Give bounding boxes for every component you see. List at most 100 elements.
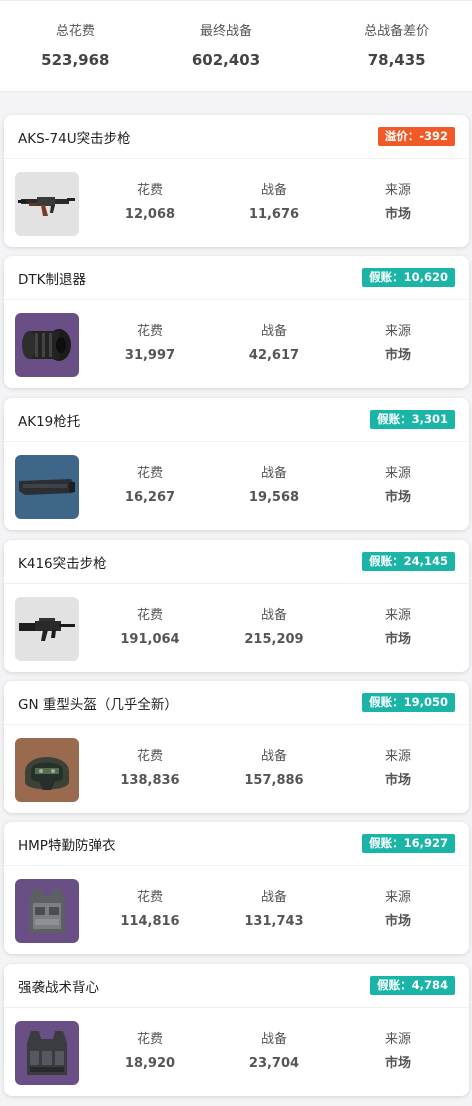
- cost-label: 花费: [136, 466, 163, 481]
- gear-stat: 战备 215,209: [229, 608, 319, 648]
- gear-label: 战备: [260, 749, 287, 764]
- item-card-header: DTK制退器 假账：10,620: [4, 256, 469, 300]
- cost-label: 花费: [136, 1032, 163, 1047]
- gear-stat: 战备 11,676: [229, 183, 319, 223]
- cost-label: 花费: [136, 890, 163, 905]
- gear-label: 战备: [260, 1032, 287, 1047]
- price-badge: 假账：3,301: [370, 410, 455, 429]
- cost-stat: 花费 31,997: [105, 324, 195, 364]
- source-label: 来源: [384, 608, 411, 623]
- rifle-k416-icon: [15, 597, 79, 661]
- item-name: AKS-74U突击步枪: [18, 130, 131, 147]
- gun-stock-icon: [15, 455, 79, 519]
- cost-value: 138,836: [120, 773, 180, 788]
- source-stat: 来源 市场: [353, 890, 443, 930]
- summary-final-gear-value: 602,403: [191, 51, 261, 69]
- summary-final-gear-label: 最终战备: [200, 24, 253, 39]
- item-card-header: GN 重型头盔（几乎全新） 假账：19,050: [4, 681, 469, 725]
- rifle-aks74u-icon: [15, 172, 79, 236]
- price-badge: 溢价：-392: [377, 127, 455, 146]
- item-card-header: K416突击步枪 假账：24,145: [4, 540, 469, 584]
- summary-total-cost-label: 总花费: [55, 24, 95, 39]
- gear-value: 11,676: [248, 207, 300, 222]
- item-card[interactable]: GN 重型头盔（几乎全新） 假账：19,050 花费 138,836 战备 15…: [4, 681, 469, 813]
- gear-stat: 战备 23,704: [229, 1032, 319, 1072]
- gear-value: 42,617: [248, 348, 300, 363]
- cost-value: 114,816: [120, 914, 180, 929]
- cost-stat: 花费 191,064: [105, 608, 195, 648]
- source-stat: 来源 市场: [353, 608, 443, 648]
- body-armor-icon: [15, 879, 79, 943]
- item-name: K416突击步枪: [18, 555, 107, 572]
- gear-stat: 战备 131,743: [229, 890, 319, 930]
- summary-gear-diff: 总战备差价 78,435: [301, 1, 472, 91]
- item-card[interactable]: K416突击步枪 假账：24,145 花费 191,064 战备 215,209…: [4, 540, 469, 672]
- gear-value: 215,209: [244, 632, 304, 647]
- price-badge: 假账：10,620: [362, 268, 455, 287]
- item-name: 强袭战术背心: [18, 979, 99, 996]
- gear-label: 战备: [260, 608, 287, 623]
- summary-gear-diff-value: 78,435: [367, 51, 426, 69]
- cost-value: 16,267: [124, 490, 176, 505]
- cost-stat: 花费 138,836: [105, 749, 195, 789]
- source-value: 市场: [384, 207, 411, 222]
- source-stat: 来源 市场: [353, 466, 443, 506]
- gear-stat: 战备 42,617: [229, 324, 319, 364]
- summary-gear-diff-label: 总战备差价: [364, 24, 430, 39]
- gear-label: 战备: [260, 183, 287, 198]
- item-card[interactable]: AK19枪托 假账：3,301 花费 16,267 战备 19,568 来源 市…: [4, 398, 469, 530]
- price-badge: 假账：4,784: [370, 976, 455, 995]
- source-label: 来源: [384, 749, 411, 764]
- item-card-header: AK19枪托 假账：3,301: [4, 398, 469, 442]
- source-label: 来源: [384, 1032, 411, 1047]
- gear-label: 战备: [260, 466, 287, 481]
- item-card-header: 强袭战术背心 假账：4,784: [4, 964, 469, 1008]
- cost-stat: 花费 12,068: [105, 183, 195, 223]
- source-label: 来源: [384, 890, 411, 905]
- source-value: 市场: [384, 773, 411, 788]
- gear-label: 战备: [260, 890, 287, 905]
- source-stat: 来源 市场: [353, 324, 443, 364]
- gear-stat: 战备 157,886: [229, 749, 319, 789]
- cost-value: 12,068: [124, 207, 176, 222]
- gear-value: 131,743: [244, 914, 304, 929]
- summary-total-cost: 总花费 523,968: [0, 1, 151, 91]
- price-badge: 假账：24,145: [362, 552, 455, 571]
- cost-label: 花费: [136, 608, 163, 623]
- cost-value: 18,920: [124, 1056, 176, 1071]
- source-value: 市场: [384, 632, 411, 647]
- gear-value: 157,886: [244, 773, 304, 788]
- source-label: 来源: [384, 183, 411, 198]
- cost-stat: 花费 16,267: [105, 466, 195, 506]
- summary-total-cost-value: 523,968: [41, 51, 110, 69]
- item-card-header: AKS-74U突击步枪 溢价：-392: [4, 115, 469, 159]
- item-name: GN 重型头盔（几乎全新）: [18, 696, 178, 713]
- muzzle-brake-icon: [15, 313, 79, 377]
- item-card[interactable]: AKS-74U突击步枪 溢价：-392 花费 12,068 战备 11,676 …: [4, 115, 469, 247]
- item-card[interactable]: DTK制退器 假账：10,620 花费 31,997 战备 42,617 来源 …: [4, 256, 469, 388]
- helmet-icon: [15, 738, 79, 802]
- summary-panel: 总花费 523,968 最终战备 602,403 总战备差价 78,435: [0, 0, 472, 92]
- item-card-header: HMP特勤防弹衣 假账：16,927: [4, 822, 469, 866]
- source-value: 市场: [384, 1056, 411, 1071]
- source-label: 来源: [384, 466, 411, 481]
- item-name: DTK制退器: [18, 271, 86, 288]
- summary-final-gear: 最终战备 602,403: [151, 1, 302, 91]
- gear-label: 战备: [260, 324, 287, 339]
- cost-stat: 花费 18,920: [105, 1032, 195, 1072]
- item-card[interactable]: HMP特勤防弹衣 假账：16,927 花费 114,816 战备 131,743…: [4, 822, 469, 954]
- source-stat: 来源 市场: [353, 183, 443, 223]
- source-stat: 来源 市场: [353, 749, 443, 789]
- item-card[interactable]: 强袭战术背心 假账：4,784 花费 18,920 战备 23,704 来源 市…: [4, 964, 469, 1096]
- source-value: 市场: [384, 490, 411, 505]
- tactical-vest-icon: [15, 1021, 79, 1085]
- cost-stat: 花费 114,816: [105, 890, 195, 930]
- source-value: 市场: [384, 914, 411, 929]
- gear-stat: 战备 19,568: [229, 466, 319, 506]
- item-name: AK19枪托: [18, 413, 81, 430]
- price-badge: 假账：19,050: [362, 693, 455, 712]
- cost-value: 191,064: [120, 632, 180, 647]
- cost-value: 31,997: [124, 348, 176, 363]
- gear-value: 23,704: [248, 1056, 300, 1071]
- gear-value: 19,568: [248, 490, 300, 505]
